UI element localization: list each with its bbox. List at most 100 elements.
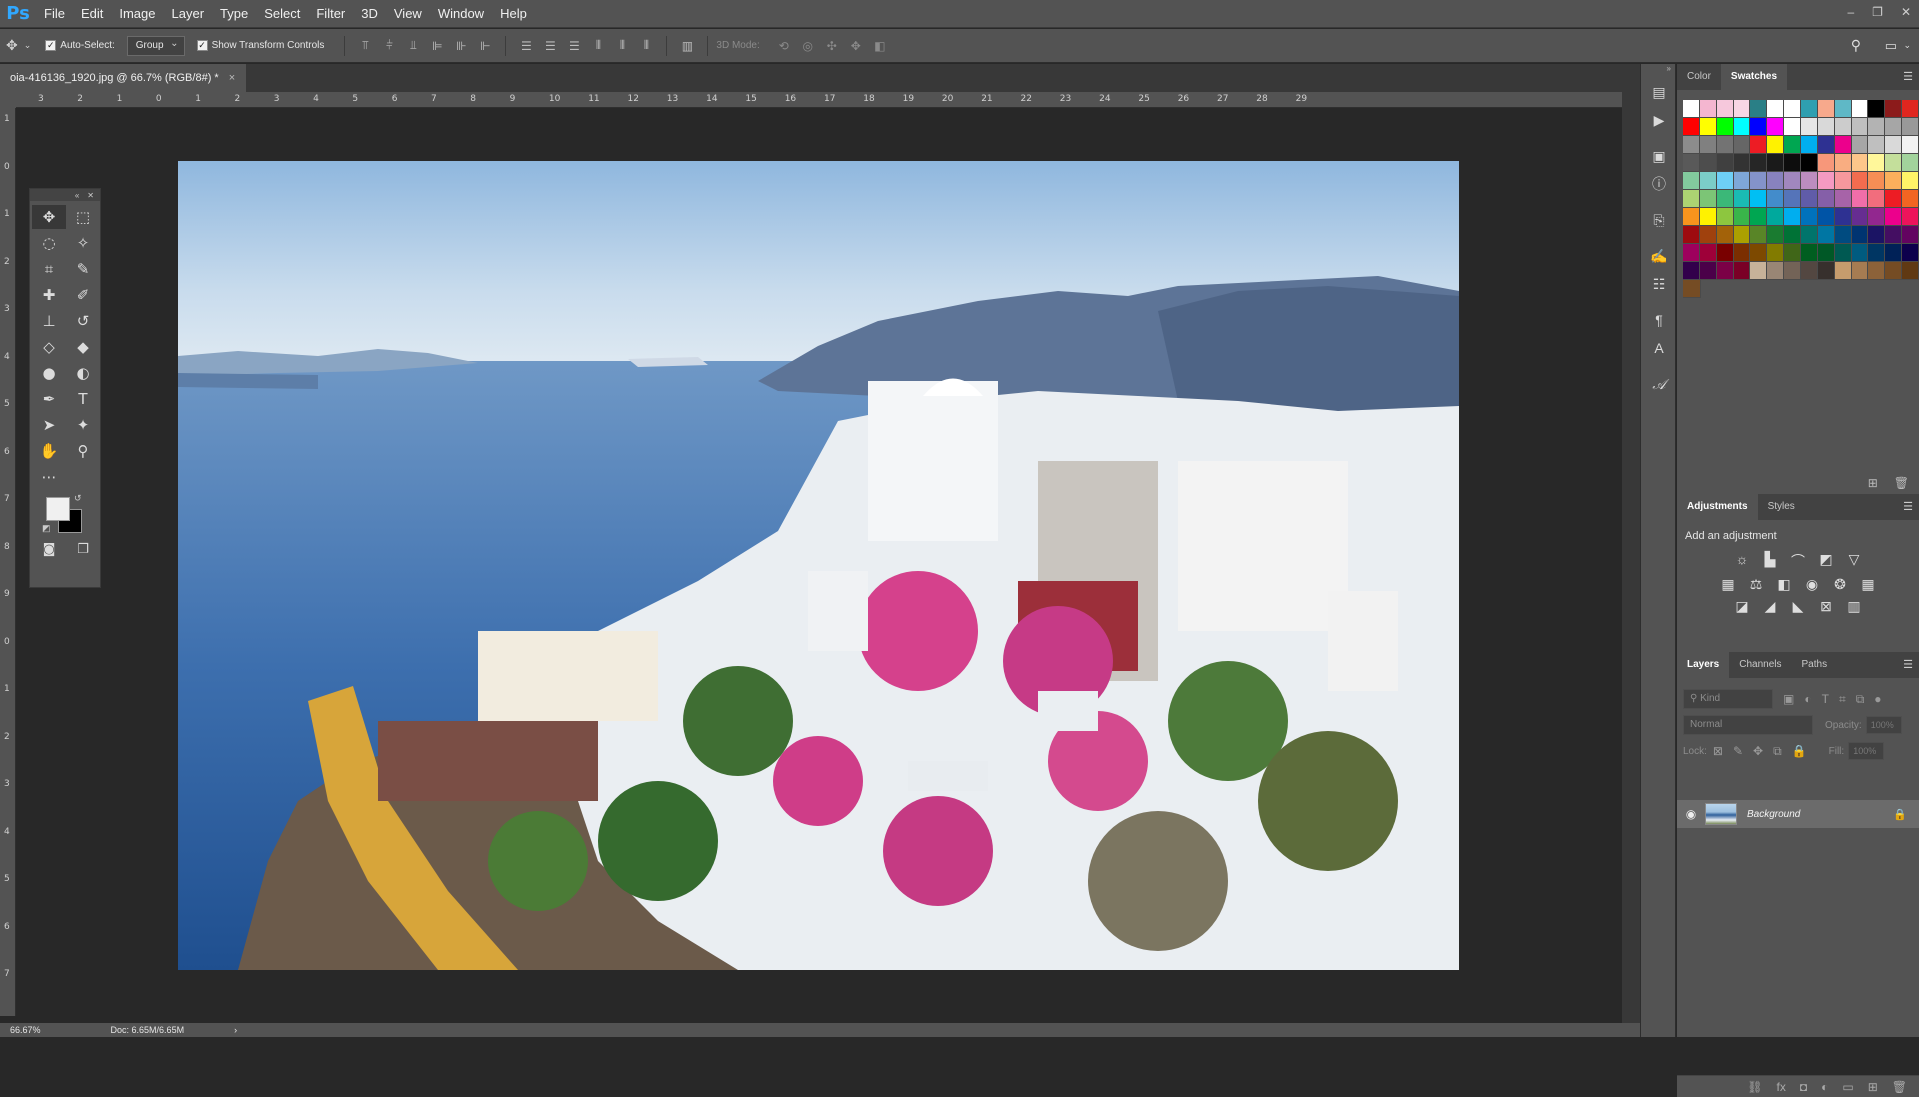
swatch[interactable] xyxy=(1683,136,1700,154)
new-layer-icon[interactable]: ⊞ xyxy=(1868,1080,1878,1094)
menu-image[interactable]: Image xyxy=(111,0,163,28)
swatch[interactable] xyxy=(1683,118,1700,136)
swatch[interactable] xyxy=(1767,154,1785,172)
smart-object-filter-icon[interactable]: ⧉ xyxy=(1856,692,1865,707)
distribute-hcenter-icon[interactable]: ⦀ xyxy=(613,37,631,55)
swatch[interactable] xyxy=(1683,100,1700,118)
distribute-left-icon[interactable]: ⦀ xyxy=(589,37,607,55)
swatch[interactable] xyxy=(1834,100,1852,118)
swatch[interactable] xyxy=(1801,172,1818,190)
swatch[interactable] xyxy=(1767,118,1785,136)
swatch[interactable] xyxy=(1885,136,1903,154)
swatch[interactable] xyxy=(1733,208,1751,226)
swatch[interactable] xyxy=(1834,208,1852,226)
swatch[interactable] xyxy=(1699,244,1717,262)
swatch[interactable] xyxy=(1801,244,1818,262)
distribute-bottom-icon[interactable]: ☰ xyxy=(565,37,583,55)
swatch[interactable] xyxy=(1683,172,1700,190)
swatch[interactable] xyxy=(1834,118,1852,136)
swatch[interactable] xyxy=(1885,172,1903,190)
ruler-origin[interactable] xyxy=(0,92,16,108)
swatch[interactable] xyxy=(1784,244,1802,262)
swatch[interactable] xyxy=(1868,226,1886,244)
distribute-vcenter-icon[interactable]: ☰ xyxy=(541,37,559,55)
swatch[interactable] xyxy=(1801,118,1818,136)
distribute-top-icon[interactable]: ☰ xyxy=(517,37,535,55)
swatch[interactable] xyxy=(1834,154,1852,172)
swatch[interactable] xyxy=(1733,190,1751,208)
trash-icon[interactable]: 🗑 xyxy=(1894,476,1909,490)
document-image[interactable] xyxy=(178,161,1459,970)
swatch[interactable] xyxy=(1834,262,1852,280)
swatch[interactable] xyxy=(1885,118,1903,136)
swatch[interactable] xyxy=(1834,190,1852,208)
menu-3d[interactable]: 3D xyxy=(353,0,386,28)
glyphs-panel-icon[interactable]: 𝒜 xyxy=(1641,370,1677,398)
swatch[interactable] xyxy=(1902,190,1919,208)
restore-button[interactable]: ❐ xyxy=(1872,5,1883,19)
threshold-icon[interactable]: ◣ xyxy=(1788,598,1808,615)
tab-adjustments[interactable]: Adjustments xyxy=(1677,494,1758,520)
pixel-filter-icon[interactable]: ▣ xyxy=(1783,692,1794,706)
chevron-down-icon[interactable]: ⌄ xyxy=(24,40,38,51)
swatch[interactable] xyxy=(1851,226,1869,244)
swatch[interactable] xyxy=(1750,208,1768,226)
swatch[interactable] xyxy=(1750,190,1768,208)
swatch[interactable] xyxy=(1817,190,1835,208)
swatch[interactable] xyxy=(1699,172,1717,190)
swatch[interactable] xyxy=(1716,172,1734,190)
swatch[interactable] xyxy=(1851,172,1869,190)
swatch[interactable] xyxy=(1868,190,1886,208)
swatch[interactable] xyxy=(1716,190,1734,208)
swatch[interactable] xyxy=(1851,244,1869,262)
document-tab[interactable]: oia-416136_1920.jpg @ 66.7% (RGB/8#) * × xyxy=(0,64,246,92)
menu-layer[interactable]: Layer xyxy=(164,0,213,28)
swatch[interactable] xyxy=(1683,190,1700,208)
3d-pan-icon[interactable]: ✣ xyxy=(823,37,841,55)
new-group-icon[interactable]: ▭ xyxy=(1842,1080,1853,1094)
color-balance-icon[interactable]: ⚖ xyxy=(1746,576,1766,593)
hue-saturation-icon[interactable]: ▦ xyxy=(1718,576,1738,593)
align-right-edges-icon[interactable]: ⊩ xyxy=(476,37,494,55)
swatch[interactable] xyxy=(1784,100,1802,118)
swatch[interactable] xyxy=(1801,100,1818,118)
swatch[interactable] xyxy=(1902,208,1919,226)
swatch[interactable] xyxy=(1885,100,1903,118)
swatch[interactable] xyxy=(1851,262,1869,280)
shape-tool-icon[interactable]: ✦ xyxy=(66,413,100,437)
actions-panel-icon[interactable]: ▶ xyxy=(1641,106,1677,134)
black-white-icon[interactable]: ◧ xyxy=(1774,576,1794,593)
swatch[interactable] xyxy=(1834,226,1852,244)
swatch[interactable] xyxy=(1885,154,1903,172)
adjustment-filter-icon[interactable]: ◐ xyxy=(1804,692,1811,706)
filter-kind-dropdown[interactable]: ⚲ Kind xyxy=(1683,689,1773,709)
menu-window[interactable]: Window xyxy=(430,0,492,28)
swatch[interactable] xyxy=(1716,100,1734,118)
photo-filter-icon[interactable]: ◉ xyxy=(1802,576,1822,593)
trash-icon[interactable]: 🗑 xyxy=(1892,1080,1907,1094)
lock-artboard-icon[interactable]: ⧉ xyxy=(1773,744,1782,759)
swatch[interactable] xyxy=(1851,136,1869,154)
menu-edit[interactable]: Edit xyxy=(73,0,111,28)
lock-transparent-icon[interactable]: ⊠ xyxy=(1713,744,1723,758)
align-top-edges-icon[interactable]: ⫪ xyxy=(356,37,374,55)
swatch[interactable] xyxy=(1784,154,1802,172)
swatch[interactable] xyxy=(1699,118,1717,136)
move-tool-preset-icon[interactable]: ✥ xyxy=(0,37,24,54)
menu-filter[interactable]: Filter xyxy=(308,0,353,28)
tab-layers[interactable]: Layers xyxy=(1677,652,1730,678)
character-panel-icon[interactable]: A xyxy=(1641,334,1677,362)
swatch[interactable] xyxy=(1750,118,1768,136)
tab-swatches[interactable]: Swatches xyxy=(1720,64,1788,90)
swatch[interactable] xyxy=(1699,100,1717,118)
levels-icon[interactable]: ▙ xyxy=(1760,551,1780,571)
swatch[interactable] xyxy=(1767,208,1785,226)
type-tool-icon[interactable]: T xyxy=(66,387,100,411)
swatch[interactable] xyxy=(1750,262,1768,280)
new-swatch-icon[interactable]: ⊞ xyxy=(1868,476,1878,490)
fill-field[interactable]: 100% xyxy=(1848,742,1885,760)
zoom-level[interactable]: 66.67% xyxy=(0,1025,51,1035)
swatch[interactable] xyxy=(1699,190,1717,208)
swatch[interactable] xyxy=(1750,136,1768,154)
swatch[interactable] xyxy=(1716,154,1734,172)
